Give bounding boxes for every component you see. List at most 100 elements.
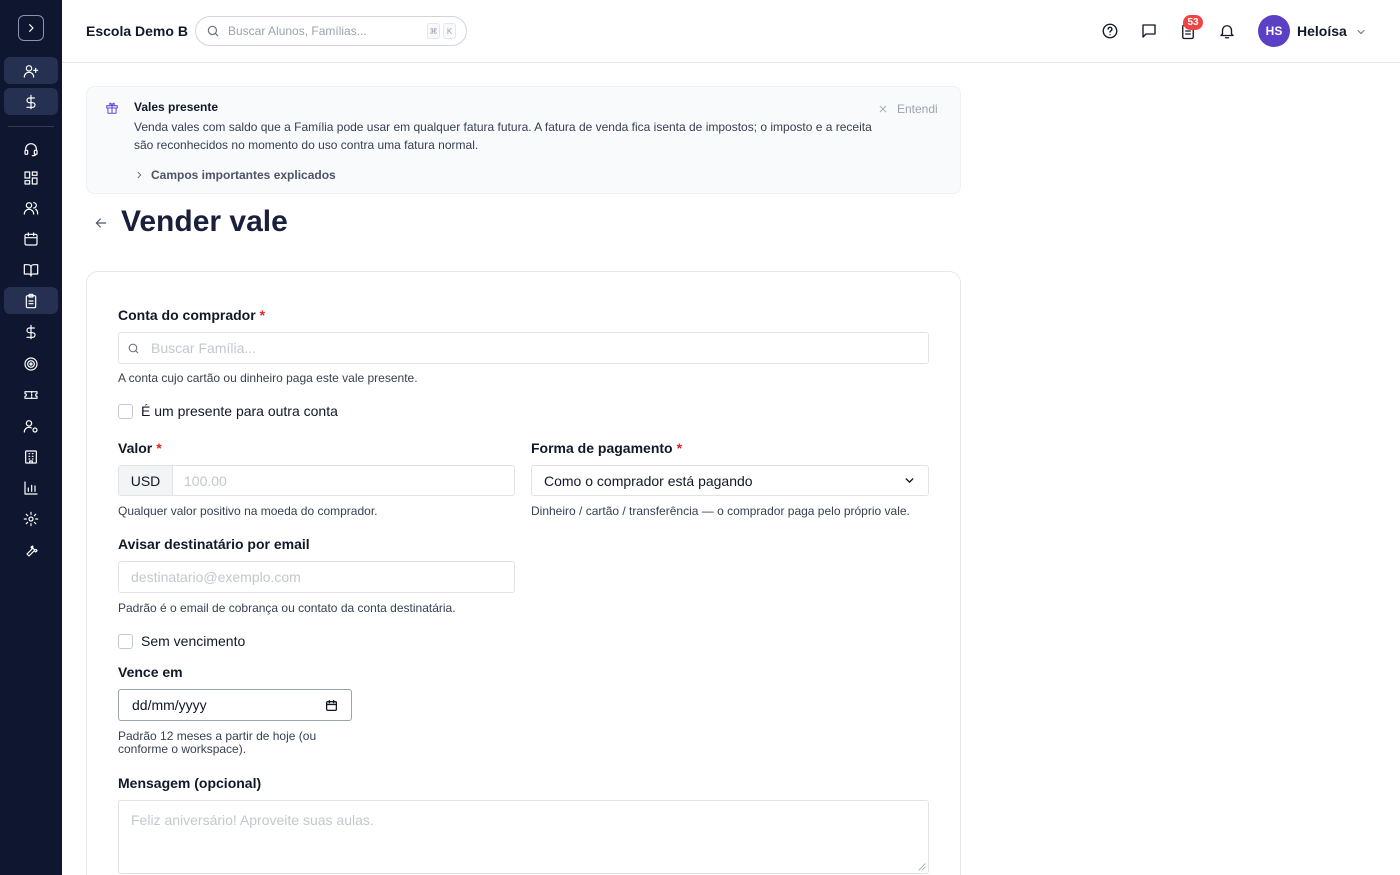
value-help: Qualquer valor positivo na moeda do comp… — [118, 504, 378, 518]
back-button[interactable] — [93, 215, 109, 231]
close-icon — [879, 105, 887, 113]
user-name[interactable]: Heloísa — [1297, 23, 1347, 39]
sidebar-item-user-settings[interactable] — [4, 412, 58, 439]
sidebar — [0, 0, 62, 875]
notify-recipient-help: Padrão é o email de cobrança ou contato … — [118, 601, 456, 615]
sidebar-item-billing[interactable] — [4, 88, 58, 115]
required-mark: * — [259, 307, 266, 323]
sidebar-item-support[interactable] — [4, 135, 58, 162]
bell-icon — [1220, 25, 1234, 39]
required-mark: * — [156, 440, 162, 456]
building-icon — [25, 449, 37, 464]
payment-method-label: Forma de pagamento * — [531, 440, 682, 456]
search-icon — [207, 25, 219, 37]
sidebar-item-reports[interactable] — [4, 474, 58, 501]
gear-icon — [23, 511, 39, 526]
expires-date-input[interactable]: dd/mm/yyyy — [132, 697, 207, 713]
global-search[interactable]: Buscar Alunos, Famílias... ⌘ K — [195, 16, 467, 46]
calendar-icon — [24, 231, 38, 246]
resize-handle-icon[interactable] — [918, 863, 926, 871]
gift-icon — [105, 101, 121, 117]
payment-method-label-text: Forma de pagamento — [531, 440, 673, 456]
sidebar-item-payments[interactable] — [4, 318, 58, 345]
sidebar-item-settings[interactable] — [4, 505, 58, 532]
top-header: Escola Demo B Buscar Alunos, Famílias...… — [62, 0, 1400, 63]
sidebar-item-add-user[interactable] — [4, 57, 58, 84]
sidebar-item-organization[interactable] — [4, 443, 58, 470]
search-icon — [128, 343, 139, 353]
users-icon — [23, 201, 39, 215]
shortcut-key-k: K — [443, 23, 456, 39]
dismiss-banner-button[interactable]: Entendi — [878, 102, 938, 116]
no-expiry-label: Sem vencimento — [141, 633, 246, 649]
value-field[interactable]: USD 100.00 — [118, 465, 515, 496]
value-label-text: Valor — [118, 440, 153, 456]
book-icon — [23, 263, 39, 277]
expires-label: Vence em — [118, 664, 183, 680]
value-input[interactable]: 100.00 — [184, 473, 227, 489]
notifications-button[interactable] — [1216, 20, 1238, 42]
buyer-account-label-text: Conta do comprador — [118, 307, 256, 323]
sidebar-divider — [8, 126, 54, 127]
expires-date-field[interactable]: dd/mm/yyyy — [118, 689, 352, 721]
chevron-right-icon — [137, 171, 142, 179]
dollar-icon — [26, 94, 36, 109]
sidebar-toggle-button[interactable] — [18, 15, 44, 41]
sidebar-item-vouchers[interactable] — [4, 381, 58, 408]
school-name: Escola Demo B — [86, 23, 188, 39]
dollar-icon — [26, 324, 36, 339]
info-banner: Vales presente Venda vales com saldo que… — [86, 86, 961, 194]
messages-button[interactable] — [1138, 20, 1160, 42]
banner-text: Venda vales com saldo que a Família pode… — [134, 120, 872, 152]
sidebar-item-invoices[interactable] — [4, 287, 58, 314]
buyer-account-search[interactable]: Buscar Família... — [118, 332, 929, 364]
sidebar-item-dashboard[interactable] — [4, 164, 58, 191]
chevron-down-icon — [1357, 30, 1365, 35]
expires-help-line-2: conforme o workspace). — [118, 742, 247, 756]
currency-addon: USD — [119, 466, 173, 495]
sidebar-item-goals[interactable] — [4, 350, 58, 377]
message-icon — [1142, 24, 1156, 38]
clipboard-icon — [25, 293, 37, 308]
gift-for-other-checkbox[interactable] — [118, 403, 133, 419]
notify-recipient-input[interactable]: destinatario@exemplo.com — [131, 569, 301, 585]
grid-icon — [24, 170, 38, 185]
important-fields-toggle[interactable]: Campos importantes explicados — [134, 168, 336, 182]
gift-for-other-label: É um presente para outra conta — [141, 403, 338, 419]
tasks-count-badge: 53 — [1183, 15, 1203, 30]
shortcut-key-cmd: ⌘ — [427, 23, 440, 39]
sidebar-item-people[interactable] — [4, 194, 58, 221]
gift-for-other-row[interactable]: É um presente para outra conta — [118, 403, 338, 419]
notify-recipient-label: Avisar destinatário por email — [118, 536, 310, 552]
notify-recipient-field[interactable]: destinatario@exemplo.com — [118, 561, 515, 593]
headset-icon — [24, 142, 38, 156]
user-menu-toggle[interactable] — [1355, 25, 1367, 37]
buyer-account-help: A conta cujo cartão ou dinheiro paga est… — [118, 371, 418, 385]
user-gear-icon — [23, 419, 38, 433]
message-textarea[interactable]: Feliz aniversário! Aproveite suas aulas. — [118, 800, 929, 874]
arrow-left-icon — [95, 218, 107, 228]
buyer-account-input[interactable]: Buscar Família... — [151, 340, 256, 356]
payment-method-select[interactable]: Como o comprador está pagando — [531, 465, 929, 496]
help-button[interactable] — [1099, 20, 1121, 42]
message-input[interactable]: Feliz aniversário! Aproveite suas aulas. — [131, 812, 374, 828]
sidebar-item-tools[interactable] — [4, 536, 58, 563]
no-expiry-checkbox[interactable] — [118, 633, 133, 649]
important-fields-label: Campos importantes explicados — [151, 168, 336, 182]
sidebar-item-courses[interactable] — [4, 256, 58, 283]
avatar[interactable]: HS — [1258, 15, 1290, 47]
search-input[interactable]: Buscar Alunos, Famílias... — [228, 24, 424, 38]
value-label: Valor * — [118, 440, 162, 456]
payment-method-value: Como o comprador está pagando — [544, 472, 753, 489]
buyer-account-label: Conta do comprador * — [118, 307, 265, 323]
calendar-icon[interactable] — [325, 699, 338, 712]
chevron-right-icon — [29, 24, 34, 32]
page-title: Vender vale — [121, 205, 288, 238]
user-plus-icon — [23, 64, 39, 78]
sidebar-item-calendar[interactable] — [4, 225, 58, 252]
banner-title: Vales presente — [134, 100, 219, 114]
chevron-down-icon — [905, 478, 914, 483]
no-expiry-row[interactable]: Sem vencimento — [118, 633, 245, 649]
sell-voucher-form: Conta do comprador * Buscar Família... A … — [86, 271, 961, 875]
wrench-icon — [26, 544, 38, 557]
